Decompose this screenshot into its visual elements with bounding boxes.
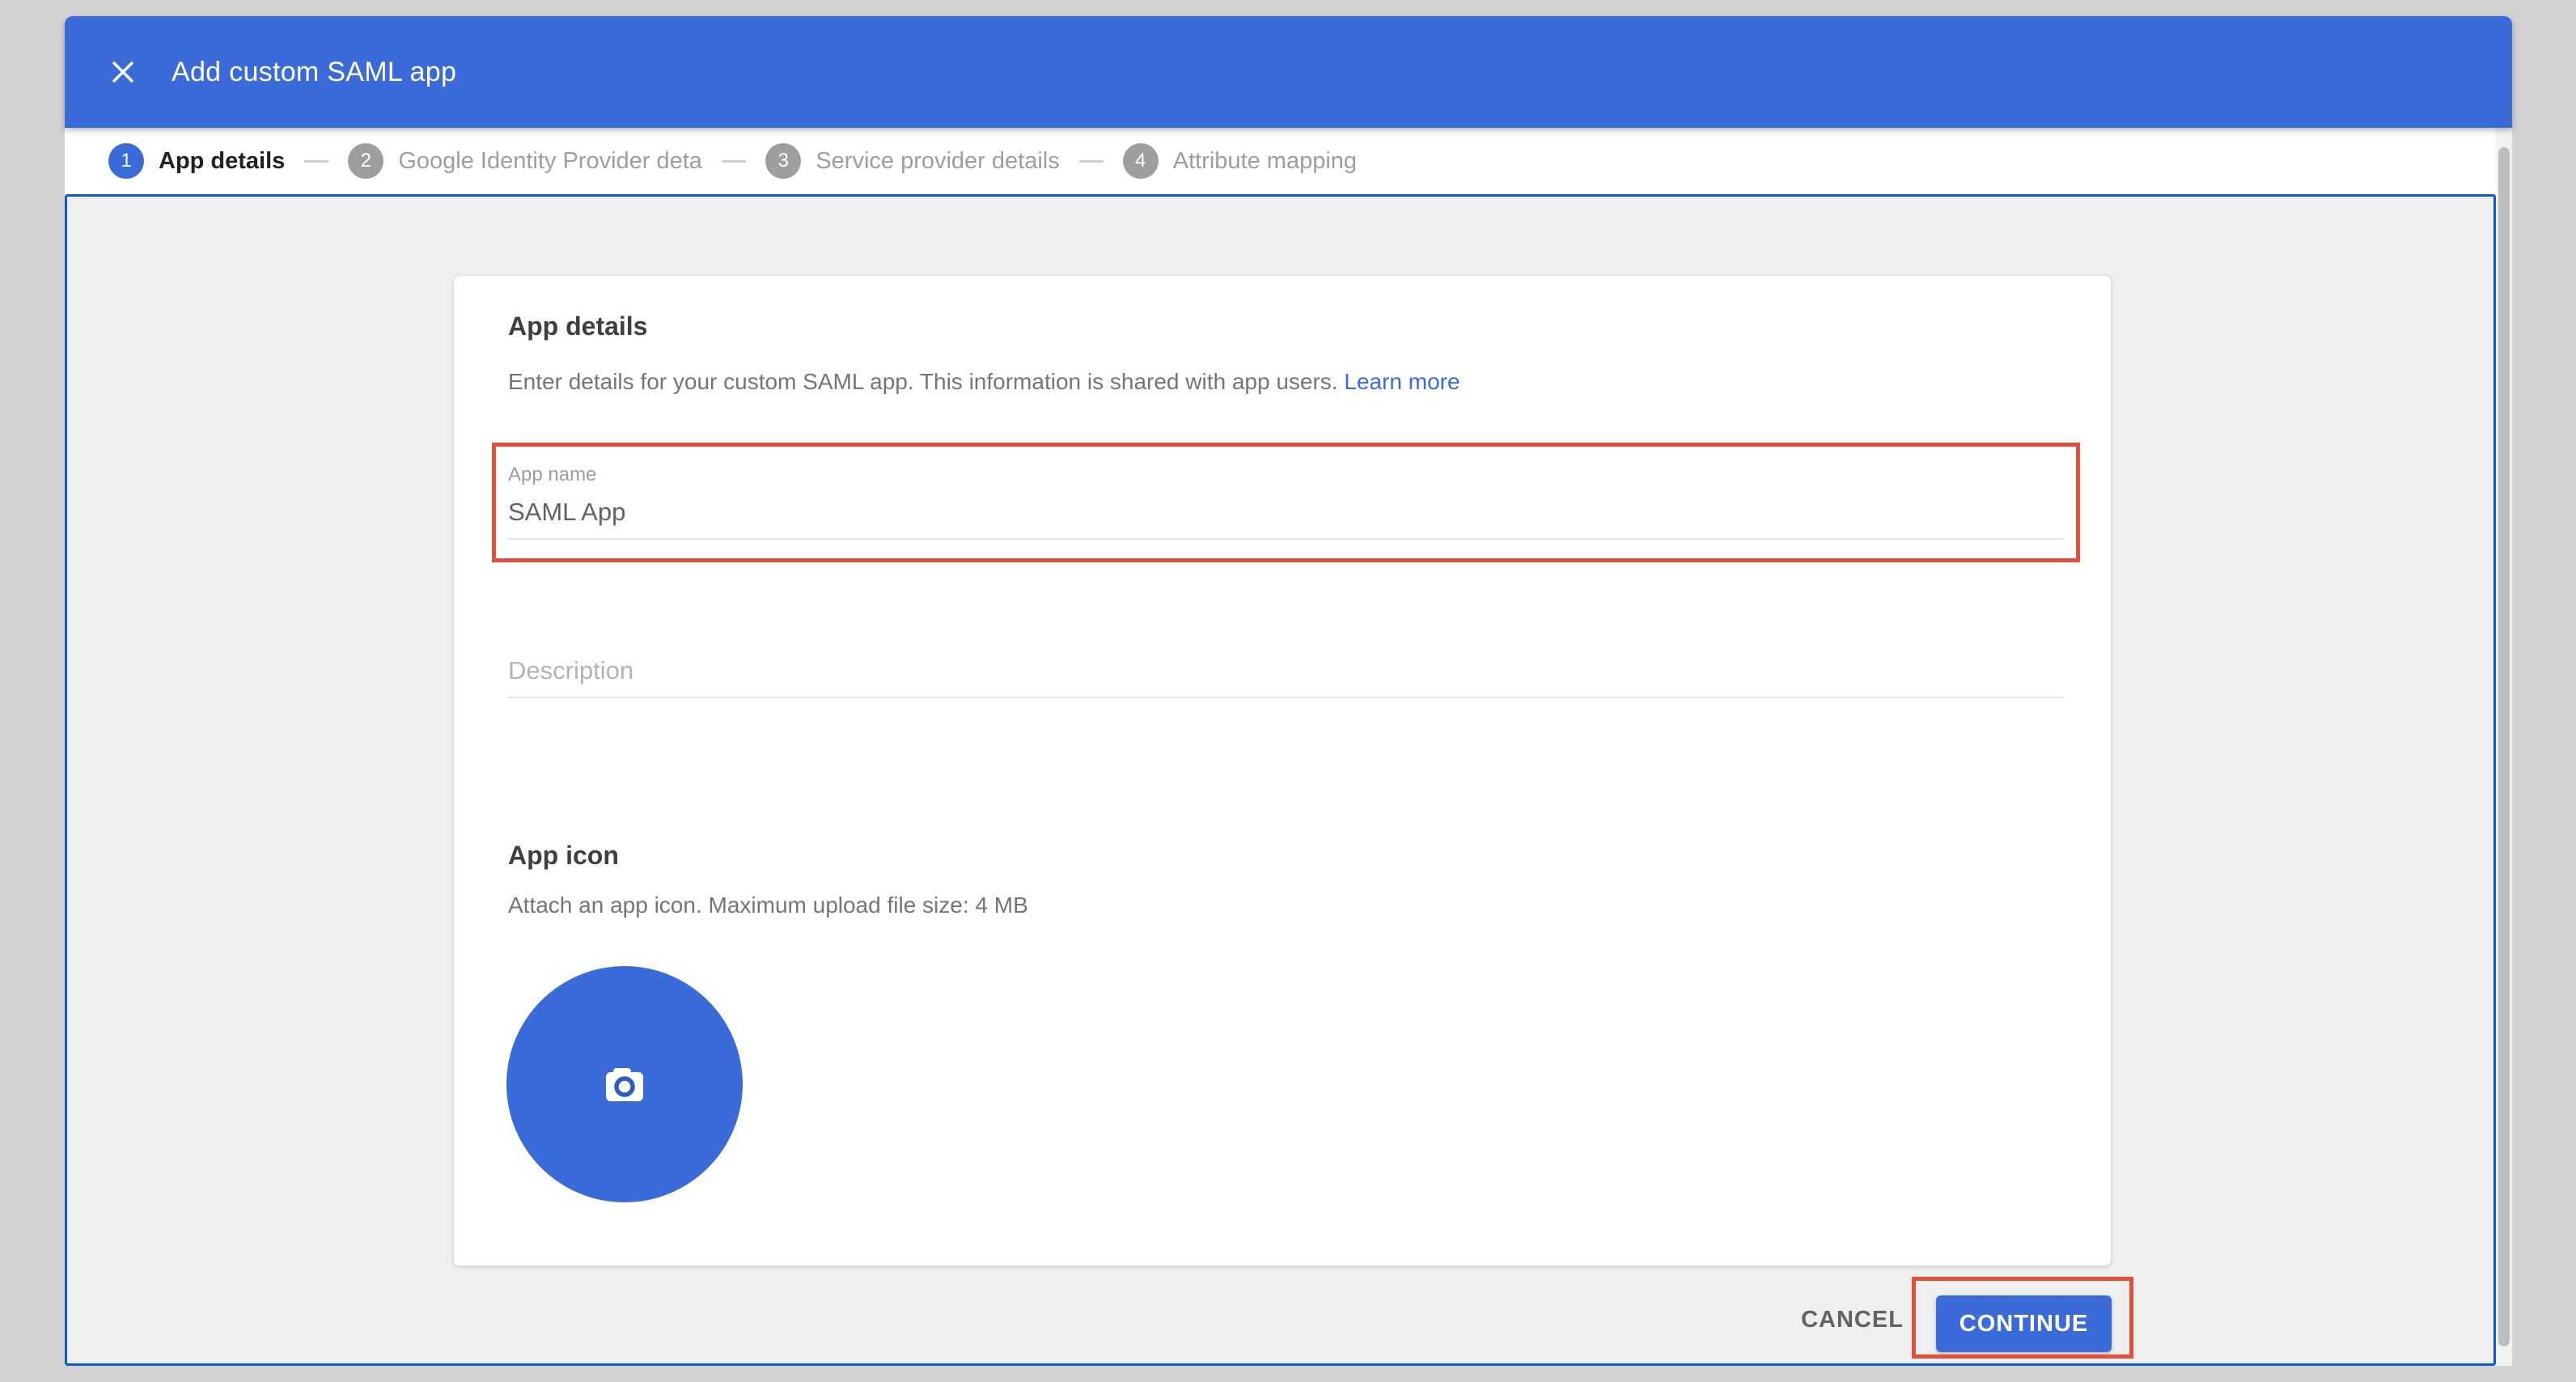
step-separator xyxy=(722,160,746,163)
app-icon-upload-button[interactable] xyxy=(506,966,743,1202)
section-description-text: Enter details for your custom SAML app. … xyxy=(508,369,1344,394)
section-description: Enter details for your custom SAML app. … xyxy=(508,367,1460,397)
dialog-header: Add custom SAML app xyxy=(65,16,2512,128)
app-icon-subtitle: Attach an app icon. Maximum upload file … xyxy=(508,892,1028,918)
close-icon-glyph xyxy=(108,57,138,87)
content-area: App details Enter details for your custo… xyxy=(65,194,2496,1366)
dialog-title: Add custom SAML app xyxy=(172,57,456,88)
scrollbar-track[interactable] xyxy=(2496,128,2512,1366)
description-field xyxy=(508,656,2064,698)
scrollbar-thumb[interactable] xyxy=(2498,147,2510,1346)
app-name-label: App name xyxy=(508,464,2064,486)
app-icon-title: App icon xyxy=(508,841,619,871)
stepper-step-service-provider-details: 3 Service provider details xyxy=(765,143,1059,179)
step-4-label: Attribute mapping xyxy=(1173,148,1357,175)
close-icon[interactable] xyxy=(105,54,141,90)
step-3-circle: 3 xyxy=(765,143,801,179)
camera-icon xyxy=(604,1066,646,1103)
step-separator xyxy=(304,160,328,163)
stepper-step-google-idp-details: 2 Google Identity Provider details xyxy=(348,143,702,179)
learn-more-link[interactable]: Learn more xyxy=(1344,369,1460,394)
add-custom-saml-app-dialog: Add custom SAML app 1 App details 2 Goog… xyxy=(65,16,2512,1366)
step-3-label: Service provider details xyxy=(816,148,1059,175)
section-title: App details xyxy=(508,312,647,341)
step-2-label: Google Identity Provider details xyxy=(398,148,702,175)
description-input[interactable] xyxy=(508,656,2064,698)
step-separator xyxy=(1079,160,1104,163)
step-1-label: App details xyxy=(159,148,285,175)
wizard-stepper: 1 App details 2 Google Identity Provider… xyxy=(65,128,2496,194)
stepper-step-attribute-mapping: 4 Attribute mapping xyxy=(1123,143,1357,179)
cancel-button[interactable]: CANCEL xyxy=(1794,1295,1911,1344)
step-4-circle: 4 xyxy=(1123,143,1159,179)
app-name-field: App name xyxy=(508,464,2064,540)
continue-button[interactable]: CONTINUE xyxy=(1936,1295,2112,1352)
app-details-card: App details Enter details for your custo… xyxy=(453,275,2112,1266)
app-name-input[interactable] xyxy=(508,498,2064,540)
step-1-circle: 1 xyxy=(108,143,144,179)
step-2-circle: 2 xyxy=(348,143,383,179)
stepper-step-app-details: 1 App details xyxy=(108,143,285,179)
